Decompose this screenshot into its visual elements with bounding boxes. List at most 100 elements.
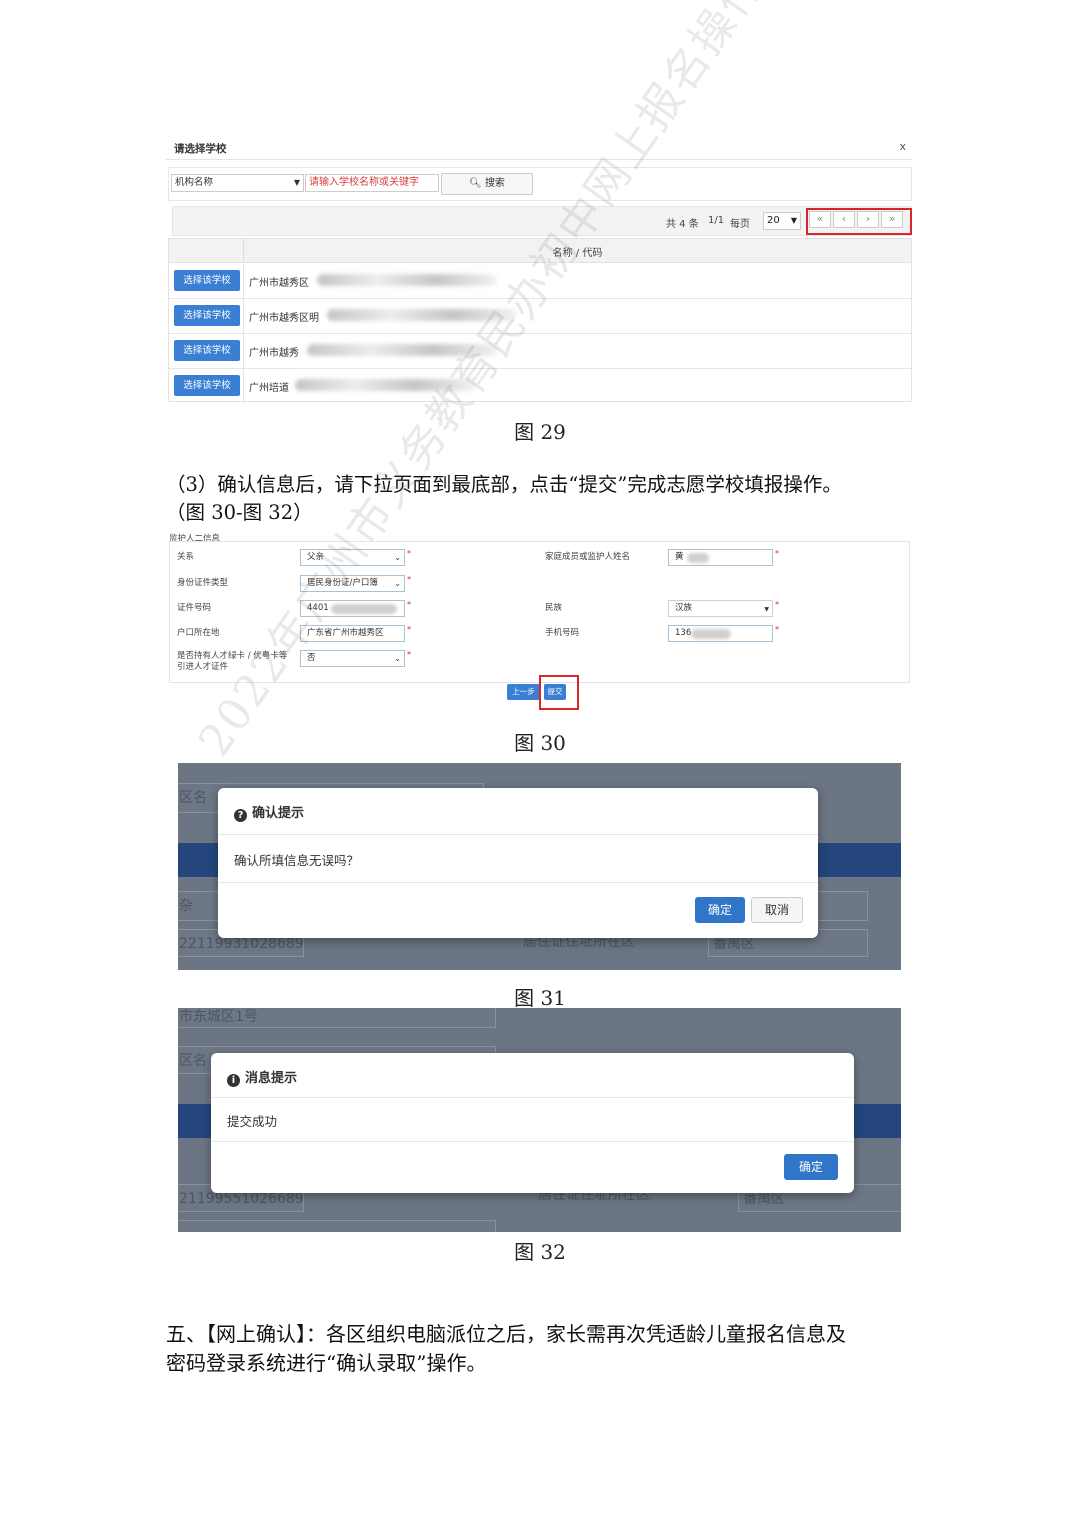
school-select-dialog: 请选择学校 x 机构名称 ▼ 请输入学校名称或关键字 🔍︎ 搜索 共 4 条 1…: [166, 134, 912, 404]
caret-down-icon: ▼: [790, 216, 797, 225]
pager-per-page-label: 每页: [730, 219, 750, 230]
confirm-button[interactable]: 确定: [695, 897, 745, 923]
submit-highlight-box: [539, 675, 579, 710]
school-name: 广州市越秀区明: [249, 313, 319, 324]
select-school-button[interactable]: 选择该学校: [174, 305, 240, 326]
column-header-name: 名称 / 代码: [552, 248, 603, 259]
redacted-text: [327, 309, 517, 321]
required-mark: *: [407, 575, 411, 584]
divider: [166, 159, 912, 160]
ethnicity-select[interactable]: 汉族 ▼: [668, 600, 773, 617]
search-type-select[interactable]: 机构名称 ▼: [171, 174, 304, 192]
caret-down-icon: ▼: [764, 606, 769, 613]
select-school-button[interactable]: 选择该学校: [174, 270, 240, 291]
search-icon: 🔍︎: [469, 178, 482, 189]
id-type-select[interactable]: 居民身份证/户口簿 ⌄: [300, 575, 405, 592]
ethnicity-value: 汉族: [675, 603, 693, 613]
prev-page-button[interactable]: ‹: [833, 211, 855, 228]
confirm-dialog-screenshot: 区名 杂 22119931028689? 居住证住址所在区 番禺区 ? 确认提示 …: [178, 763, 901, 970]
school-name: 广州市越秀: [249, 348, 299, 359]
figure-caption: 图 30: [514, 731, 566, 755]
talent-card-select[interactable]: 否 ⌄: [300, 650, 405, 667]
hukou-input[interactable]: 广东省广州市越秀区: [300, 625, 405, 642]
id-type-value: 居民身份证/户口簿: [307, 578, 378, 588]
relation-select[interactable]: 父亲 ⌄: [300, 549, 405, 566]
required-mark: *: [407, 625, 411, 634]
column-divider: [243, 334, 244, 369]
modal-title: i 消息提示: [227, 1067, 297, 1087]
background-field: 市东城区1号: [178, 1008, 496, 1028]
modal-title-text: 确认提示: [252, 806, 305, 821]
redacted-text: [331, 604, 397, 614]
chevron-down-icon: ⌄: [394, 553, 401, 562]
divider: [218, 882, 818, 883]
pager-pages: 1/1: [708, 215, 725, 226]
select-school-button[interactable]: 选择该学校: [174, 340, 240, 361]
school-table: 名称 / 代码 选择该学校 广州市越秀区 选择该学校 广州市越秀区明 选择该学校…: [168, 238, 912, 404]
instruction-line: （3）确认信息后，请下拉页面到最底部，点击“提交”完成志愿学校填报操作。: [166, 473, 842, 496]
divider: [211, 1141, 854, 1142]
per-page-value: 20: [767, 215, 780, 226]
section-paragraph-line: 五、【网上确认】：各区组织电脑派位之后，家长需再次凭适龄儿童报名信息及: [166, 1322, 846, 1346]
hukou-value: 广东省广州市越秀区: [307, 628, 384, 638]
school-name: 广州市越秀区: [249, 278, 309, 289]
required-mark: *: [775, 549, 779, 558]
guardian-form: 监护人二信息 关系 父亲 ⌄ * 身份证件类型 居民身份证/户口簿 ⌄ * 证件号码…: [166, 531, 910, 711]
required-mark: *: [407, 549, 411, 558]
close-icon[interactable]: x: [899, 140, 906, 153]
per-page-select[interactable]: 20 ▼: [763, 212, 801, 230]
id-type-label: 身份证件类型: [177, 578, 229, 588]
required-mark: *: [775, 625, 779, 634]
modal-message: 确认所填信息无误吗？: [234, 853, 360, 868]
phone-input[interactable]: 136: [668, 625, 773, 642]
confirm-button[interactable]: 确定: [784, 1154, 838, 1180]
pager-bar: 共 4 条 1/1 每页 20 ▼ « ‹ › »: [172, 206, 912, 236]
redacted-text: [307, 344, 497, 356]
background-field: [178, 1220, 496, 1232]
table-row: 选择该学校 广州市越秀区明: [169, 299, 911, 334]
relation-label: 关系: [177, 552, 195, 562]
pager-total: 共 4 条: [666, 219, 699, 230]
caret-down-icon: ▼: [293, 178, 300, 187]
first-page-button[interactable]: «: [809, 211, 831, 228]
modal-message: 提交成功: [227, 1114, 278, 1129]
divider: [211, 1097, 854, 1098]
redacted-text: [317, 274, 497, 286]
previous-step-button[interactable]: 上一步: [507, 684, 540, 700]
cancel-button[interactable]: 取消: [751, 897, 803, 923]
figure-caption: 图 31: [514, 986, 566, 1010]
column-divider: [243, 264, 244, 299]
question-icon: ?: [234, 809, 247, 822]
message-modal: i 消息提示 提交成功 确定: [211, 1053, 854, 1193]
phone-value: 136: [675, 628, 692, 638]
section-paragraph-line: 密码登录系统进行“确认录取”操作。: [166, 1351, 487, 1375]
required-mark: *: [775, 600, 779, 609]
select-school-button[interactable]: 选择该学校: [174, 375, 240, 396]
member-name-label: 家庭成员或监护人姓名: [545, 552, 631, 562]
talent-card-value: 否: [307, 653, 316, 663]
redacted-text: [295, 379, 475, 391]
modal-title: ? 确认提示: [234, 802, 304, 822]
instruction-line: （图 30-图 32）: [166, 501, 313, 524]
ethnicity-label: 民族: [545, 603, 563, 613]
divider: [218, 834, 818, 835]
school-name: 广州培道: [249, 383, 289, 394]
figure-caption: 图 32: [514, 1240, 566, 1264]
required-mark: *: [407, 650, 411, 659]
member-name-input[interactable]: 黄: [668, 549, 773, 566]
member-name-value: 黄: [675, 552, 684, 562]
table-header: 名称 / 代码: [169, 239, 911, 263]
search-type-value: 机构名称: [175, 177, 214, 188]
search-button[interactable]: 🔍︎ 搜索: [441, 173, 533, 195]
table-row: 选择该学校 广州市越秀: [169, 334, 911, 369]
next-page-button[interactable]: ›: [857, 211, 879, 228]
search-bar: 机构名称 ▼ 请输入学校名称或关键字 🔍︎ 搜索: [168, 167, 912, 201]
id-number-input[interactable]: 4401: [300, 600, 405, 617]
relation-value: 父亲: [307, 552, 325, 562]
hukou-label: 户口所在地: [177, 628, 220, 638]
dialog-title: 请选择学校: [174, 143, 227, 155]
last-page-button[interactable]: »: [881, 211, 903, 228]
table-row: 选择该学校 广州培道: [169, 369, 911, 404]
search-input[interactable]: 请输入学校名称或关键字: [305, 174, 439, 192]
confirm-modal: ? 确认提示 确认所填信息无误吗？ 确定 取消: [218, 788, 818, 938]
